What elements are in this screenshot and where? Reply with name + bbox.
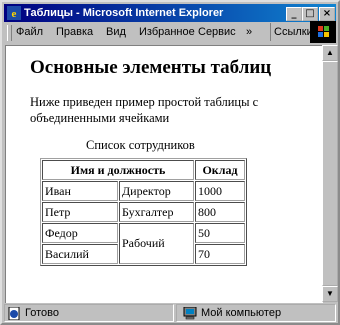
scroll-up-button[interactable]: ▲ [322, 45, 338, 61]
cell-name: Петр [42, 202, 118, 222]
zone-pane: Мой компьютер [176, 304, 336, 322]
title-bar[interactable]: e Таблицы - Microsoft Internet Explorer … [4, 4, 336, 22]
cell-salary: 50 [195, 223, 245, 243]
maximize-button[interactable]: □ [302, 7, 318, 21]
cell-name: Федор [42, 223, 118, 243]
page-status-icon [8, 307, 20, 320]
vertical-scrollbar[interactable]: ▲ ▼ [322, 45, 338, 302]
menu-file[interactable]: Файл [16, 26, 43, 38]
links-toolbar[interactable]: Ссылки [270, 23, 314, 41]
cell-salary: 800 [195, 202, 245, 222]
header-salary: Оклад [195, 160, 245, 180]
menu-edit[interactable]: Правка [56, 26, 93, 38]
ie-app-icon: e [7, 6, 21, 20]
table-header-row: Имя и должность Оклад [42, 160, 245, 180]
status-text: Готово [25, 307, 59, 319]
cell-name: Иван [42, 181, 118, 201]
menu-favorites[interactable]: Избранное [139, 26, 195, 38]
table-row: Петр Бухгалтер 800 [42, 202, 245, 222]
window-title: Таблицы - Microsoft Internet Explorer [24, 7, 224, 19]
scroll-down-button[interactable]: ▼ [322, 286, 338, 302]
menu-more-chevron[interactable]: » [246, 26, 252, 38]
svg-text:e: e [12, 8, 17, 20]
windows-logo-icon [310, 21, 336, 43]
minimize-button[interactable]: _ [286, 7, 302, 21]
table-row: Иван Директор 1000 [42, 181, 245, 201]
menu-grip [7, 25, 12, 41]
header-name-position: Имя и должность [42, 160, 194, 180]
cell-position: Директор [119, 181, 194, 201]
menu-view[interactable]: Вид [106, 26, 126, 38]
zone-text: Мой компьютер [201, 307, 282, 319]
cell-salary: 1000 [195, 181, 245, 201]
intro-text: Ниже приведен пример простой таблицы с о… [30, 95, 259, 125]
status-bar: Готово Мой компьютер [4, 304, 336, 323]
page-content: Основные элементы таблиц Ниже приведен п… [5, 45, 323, 303]
table-caption: Список сотрудников [86, 138, 195, 152]
cell-position: Бухгалтер [119, 202, 194, 222]
employee-table: Имя и должность Оклад Иван Директор 1000… [40, 158, 247, 266]
cell-position-merged: Рабочий [119, 223, 194, 264]
scroll-thumb[interactable] [322, 61, 338, 286]
browser-window: e Таблицы - Microsoft Internet Explorer … [0, 0, 340, 325]
my-computer-icon [183, 307, 197, 320]
page-heading: Основные элементы таблиц [30, 57, 272, 78]
cell-name: Василий [42, 244, 118, 264]
close-button[interactable]: × [319, 7, 335, 21]
table-row: Федор Рабочий 50 [42, 223, 245, 264]
status-pane: Готово [4, 304, 174, 322]
cell-salary: 70 [195, 244, 245, 264]
menu-tools[interactable]: Сервис [198, 26, 236, 38]
